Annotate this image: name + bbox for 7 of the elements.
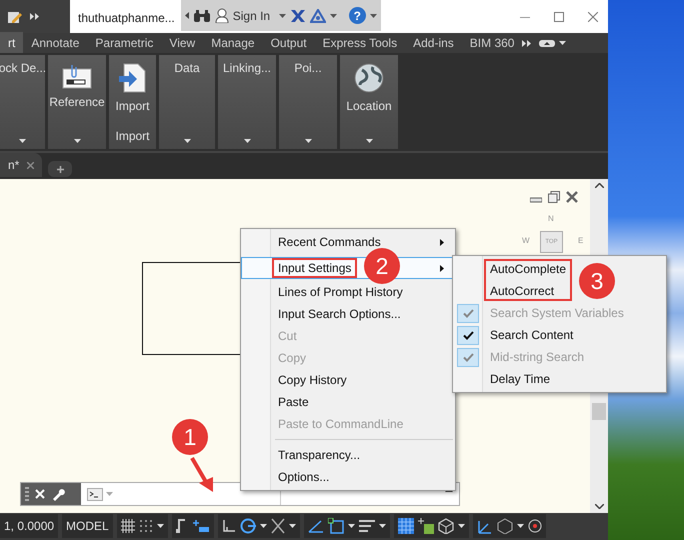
tab-label: n* xyxy=(8,157,20,174)
panel-title: Import xyxy=(115,128,150,145)
window-title: thuthuatphanme... xyxy=(77,10,176,27)
compass-label: E xyxy=(578,235,584,247)
compass-label: W xyxy=(522,235,530,247)
coordinates-readout: 1, 0.0000 xyxy=(0,514,58,538)
compass-label: N xyxy=(548,213,554,225)
